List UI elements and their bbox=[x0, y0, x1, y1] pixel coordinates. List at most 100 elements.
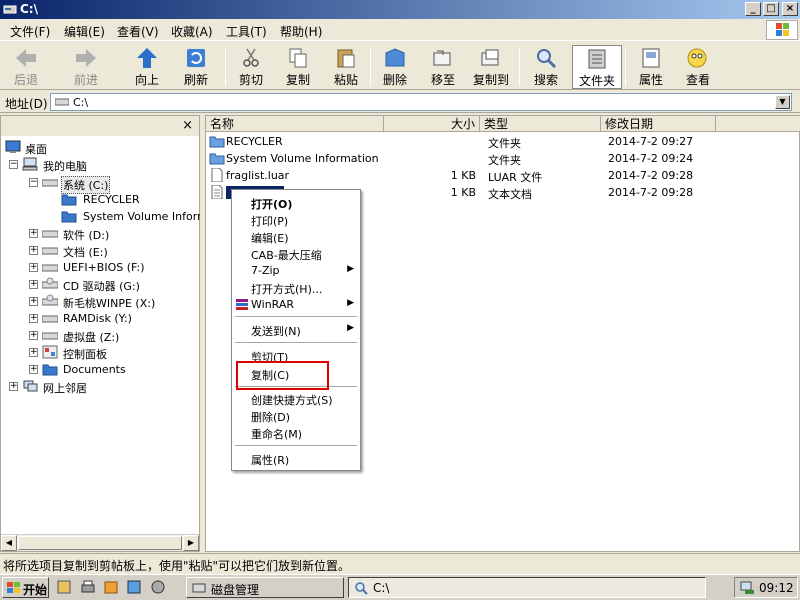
windows-logo-icon bbox=[766, 20, 798, 40]
paste-button[interactable]: 粘贴 bbox=[321, 45, 371, 89]
menu-item-7zip[interactable]: 7-Zip ▶ bbox=[232, 262, 360, 279]
menu-item-open-with[interactable]: 打开方式(H)... bbox=[232, 279, 360, 296]
start-button[interactable]: 开始 bbox=[2, 577, 49, 598]
menu-item-print[interactable]: 打印(P) bbox=[232, 211, 360, 228]
cut-button[interactable]: 剪切 bbox=[226, 45, 276, 89]
folder-icon bbox=[209, 153, 225, 165]
scissors-icon bbox=[243, 48, 259, 67]
folder-icon bbox=[42, 364, 58, 376]
menu-item-winrar[interactable]: WinRAR ▶ bbox=[232, 296, 360, 313]
back-button[interactable]: 后退 bbox=[1, 45, 51, 89]
menu-help[interactable]: 帮助(H) bbox=[280, 23, 322, 40]
expand-icon[interactable]: + bbox=[29, 331, 38, 340]
quicklaunch-image-icon[interactable] bbox=[126, 579, 142, 595]
quicklaunch-app-icon[interactable] bbox=[150, 579, 166, 595]
forward-arrow-icon bbox=[76, 49, 96, 67]
menu-item-cab[interactable]: CAB-最大压缩 bbox=[232, 245, 360, 262]
view-button[interactable]: 查看 bbox=[673, 45, 723, 89]
menu-file[interactable]: 文件(F) bbox=[10, 23, 50, 40]
file-name: fraglist.luar bbox=[226, 169, 290, 182]
network-tray-icon[interactable] bbox=[739, 581, 755, 595]
task-disk-management[interactable]: 磁盘管理 bbox=[186, 577, 344, 598]
forward-label: 前进 bbox=[73, 73, 98, 87]
menu-item-label: 删除(D) bbox=[251, 411, 291, 424]
close-tree-button[interactable]: × bbox=[182, 118, 193, 133]
column-size[interactable]: 大小 bbox=[384, 116, 480, 132]
submenu-arrow-icon: ▶ bbox=[347, 298, 354, 308]
menu-view[interactable]: 查看(V) bbox=[117, 23, 159, 40]
address-input[interactable]: C:\ ▼ bbox=[50, 93, 792, 111]
file-date: 2014-7-2 09:28 bbox=[608, 169, 694, 182]
menu-item-label: 发送到(N) bbox=[251, 325, 301, 338]
scroll-thumb[interactable] bbox=[18, 536, 182, 550]
tree-horizontal-scrollbar[interactable]: ◀ ▶ bbox=[1, 534, 199, 551]
file-name: RECYCLER bbox=[226, 135, 283, 148]
tree-label: 虚拟盘 (Z:) bbox=[63, 331, 120, 344]
collapse-icon[interactable]: − bbox=[29, 178, 38, 187]
expand-icon[interactable]: + bbox=[29, 263, 38, 272]
tree-label: 桌面 bbox=[25, 143, 47, 156]
menu-item-open[interactable]: 打开(O) bbox=[232, 194, 360, 211]
menu-edit[interactable]: 编辑(E) bbox=[64, 23, 105, 40]
title-bar[interactable]: C:\ _ □ × bbox=[0, 0, 800, 19]
menu-item-rename[interactable]: 重命名(M) bbox=[232, 424, 360, 441]
refresh-label: 刷新 bbox=[183, 73, 208, 87]
folders-button[interactable]: 文件夹 bbox=[572, 45, 622, 89]
forward-button[interactable]: 前进 bbox=[61, 45, 111, 89]
tree-header: × bbox=[1, 116, 199, 136]
scroll-right-button[interactable]: ▶ bbox=[183, 535, 199, 551]
column-date[interactable]: 修改日期 bbox=[601, 116, 716, 132]
menu-item-create-shortcut[interactable]: 创建快捷方式(S) bbox=[232, 390, 360, 407]
expand-icon[interactable]: + bbox=[29, 229, 38, 238]
minimize-button[interactable]: _ bbox=[745, 2, 761, 16]
list-header: 名称 大小 类型 修改日期 bbox=[206, 116, 800, 132]
close-button[interactable]: × bbox=[782, 2, 798, 16]
refresh-button[interactable]: 刷新 bbox=[171, 45, 221, 89]
menu-tools[interactable]: 工具(T) bbox=[226, 23, 267, 40]
window-app-icon bbox=[3, 5, 17, 14]
delete-button[interactable]: 删除 bbox=[370, 45, 420, 89]
list-item[interactable]: fraglist.luar 1 KB LUAR 文件 2014-7-2 09:2… bbox=[206, 167, 706, 184]
menu-item-properties[interactable]: 属性(R) bbox=[232, 450, 360, 467]
expand-icon[interactable]: + bbox=[29, 246, 38, 255]
menu-item-delete[interactable]: 删除(D) bbox=[232, 407, 360, 424]
expand-icon[interactable]: + bbox=[9, 382, 18, 391]
copy-to-button[interactable]: 复制到 bbox=[466, 45, 516, 89]
scroll-left-button[interactable]: ◀ bbox=[1, 535, 17, 551]
column-name[interactable]: 名称 bbox=[206, 116, 384, 132]
expand-icon[interactable]: + bbox=[29, 365, 38, 374]
menu-item-label: 打印(P) bbox=[251, 215, 289, 228]
quicklaunch-printer-icon[interactable] bbox=[80, 579, 96, 595]
collapse-icon[interactable]: − bbox=[9, 160, 18, 169]
menu-item-label: 打开方式(H)... bbox=[251, 283, 323, 296]
quicklaunch-folder-icon[interactable] bbox=[103, 579, 119, 595]
up-button[interactable]: 向上 bbox=[122, 45, 172, 89]
task-label: 磁盘管理 bbox=[211, 583, 260, 597]
address-dropdown-button[interactable]: ▼ bbox=[775, 95, 790, 109]
copy-button[interactable]: 复制 bbox=[273, 45, 323, 89]
tree-label: System Volume Informat bbox=[83, 210, 201, 223]
expand-icon[interactable]: + bbox=[29, 348, 38, 357]
menu-item-send-to[interactable]: 发送到(N) ▶ bbox=[232, 321, 360, 338]
expand-icon[interactable]: + bbox=[29, 297, 38, 306]
submenu-arrow-icon: ▶ bbox=[347, 323, 354, 333]
file-date: 2014-7-2 09:24 bbox=[608, 152, 694, 165]
column-type[interactable]: 类型 bbox=[480, 116, 601, 132]
task-explorer[interactable]: C:\ bbox=[348, 577, 706, 598]
text-file-icon bbox=[211, 185, 223, 199]
tree-item-system-volume[interactable]: System Volume Informat bbox=[61, 208, 201, 225]
menu-favorites[interactable]: 收藏(A) bbox=[171, 23, 213, 40]
refresh-icon bbox=[187, 49, 205, 67]
quicklaunch-tool-icon[interactable] bbox=[56, 579, 72, 595]
list-item[interactable]: RECYCLER 文件夹 2014-7-2 09:27 bbox=[206, 133, 706, 150]
tree-label: CD 驱动器 (G:) bbox=[63, 280, 140, 293]
list-item[interactable]: System Volume Information 文件夹 2014-7-2 0… bbox=[206, 150, 706, 167]
properties-label: 属性 bbox=[638, 73, 663, 87]
maximize-button[interactable]: □ bbox=[763, 2, 779, 16]
move-to-button[interactable]: 移至 bbox=[418, 45, 468, 89]
expand-icon[interactable]: + bbox=[29, 280, 38, 289]
menu-item-edit[interactable]: 编辑(E) bbox=[232, 228, 360, 245]
properties-button[interactable]: 属性 bbox=[626, 45, 676, 89]
search-button[interactable]: 搜索 bbox=[521, 45, 571, 89]
expand-icon[interactable]: + bbox=[29, 314, 38, 323]
